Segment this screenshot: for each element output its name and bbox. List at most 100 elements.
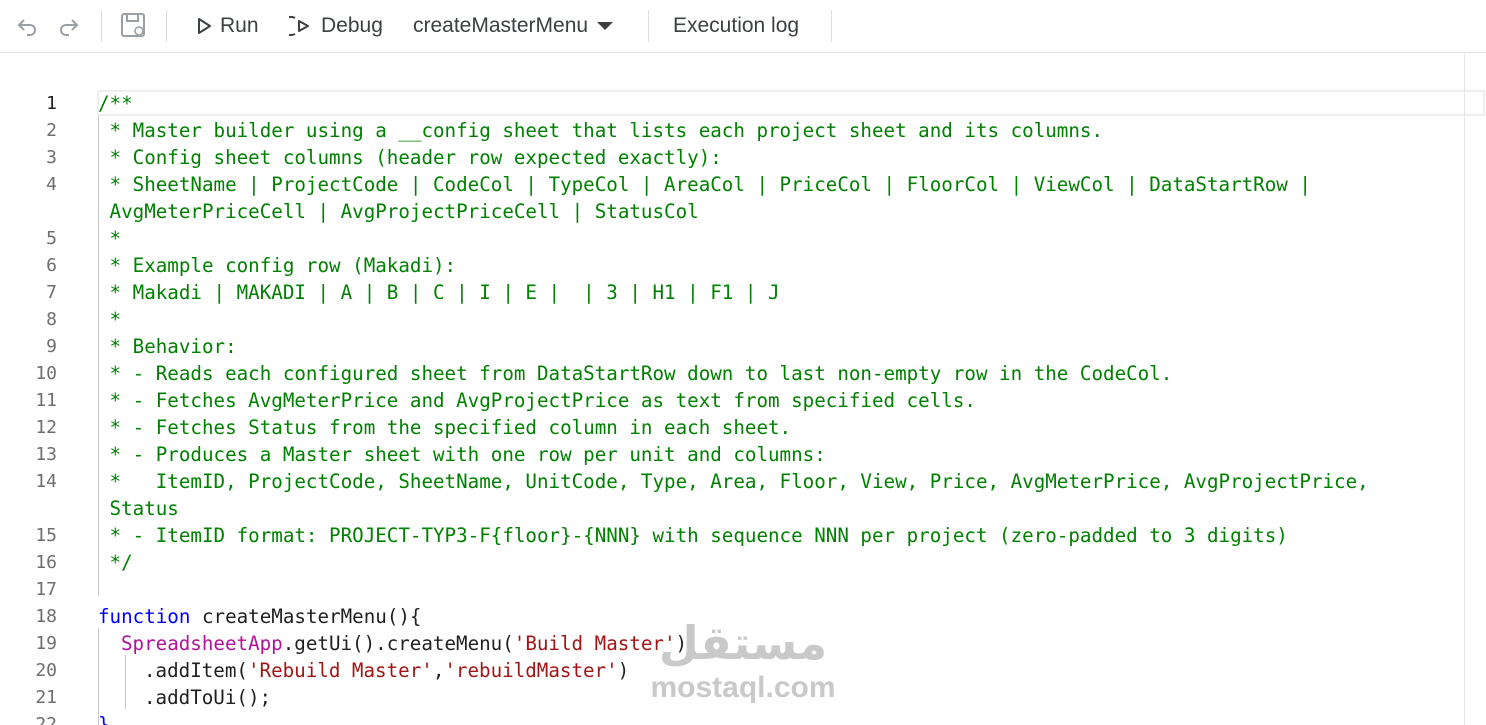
line-number: 15	[35, 525, 57, 546]
execution-log-button[interactable]: Execution log	[673, 10, 799, 42]
debug-label: Debug	[321, 14, 383, 37]
undo-icon[interactable]	[14, 12, 40, 38]
run-button[interactable]: Run	[196, 10, 259, 42]
code-line-wrap: Status	[0, 495, 1460, 522]
debug-button[interactable]: Debug	[289, 10, 383, 42]
line-number: 12	[35, 417, 57, 438]
code-line: 12 * - Fetches Status from the specified…	[0, 414, 1460, 441]
method-call: .createMenu(	[375, 632, 514, 655]
debug-icon	[289, 16, 309, 36]
line-number: 17	[35, 579, 57, 600]
comment-text: * - Fetches Status from the specified co…	[98, 416, 792, 439]
comment-text: * - ItemID format: PROJECT-TYP3-F{floor}…	[98, 524, 1288, 547]
comment-text: * Master builder using a __config sheet …	[98, 119, 1104, 142]
comment-text: * - Produces a Master sheet with one row…	[98, 443, 826, 466]
code-line: 18 function createMasterMenu(){	[0, 603, 1460, 630]
code-line: 3 * Config sheet columns (header row exp…	[0, 144, 1460, 171]
code-text: function createMasterMenu(){	[98, 603, 421, 630]
code-line: 15 * - ItemID format: PROJECT-TYP3-F{flo…	[0, 522, 1460, 549]
line-number: 6	[46, 255, 57, 276]
punctuation: ,	[432, 659, 445, 682]
class-name: SpreadsheetApp	[121, 632, 283, 655]
code-line: 5 *	[0, 225, 1460, 252]
comment-text: * Makadi | MAKADI | A | B | C | I | E | …	[98, 281, 780, 304]
line-number: 19	[35, 633, 57, 654]
code-line: 19 SpreadsheetApp.getUi().createMenu('Bu…	[0, 630, 1460, 657]
dropdown-arrow-icon	[597, 22, 614, 30]
comment-text: * - Reads each configured sheet from Dat…	[98, 362, 1173, 385]
method-call: .getUi	[282, 632, 353, 655]
line-number: 3	[46, 147, 57, 168]
code-line: 11 * - Fetches AvgMeterPrice and AvgProj…	[0, 387, 1460, 414]
toolbar-divider	[101, 10, 102, 42]
code-line: 1 /**	[0, 90, 1460, 117]
line-number: 7	[46, 282, 57, 303]
string-literal: 'rebuildMaster'	[444, 659, 618, 682]
punctuation: }	[98, 713, 110, 725]
comment-text: /**	[98, 92, 133, 115]
function-select-value: createMasterMenu	[413, 14, 589, 37]
code-line: 8 *	[0, 306, 1460, 333]
code-line: 2 * Master builder using a __config shee…	[0, 117, 1460, 144]
line-number: 11	[35, 390, 57, 411]
toolbar-divider	[831, 10, 832, 42]
code-text: .addItem('Rebuild Master','rebuildMaster…	[144, 657, 629, 684]
line-number: 5	[46, 228, 57, 249]
line-number: 1	[46, 93, 57, 114]
vertical-scrollbar-track[interactable]	[1464, 54, 1465, 725]
line-number: 8	[46, 309, 57, 330]
code-text: .addToUi();	[144, 684, 271, 711]
run-label: Run	[220, 14, 259, 37]
punctuation: )	[617, 659, 630, 682]
editor-toolbar: Run Debug createMasterMenu Execution log	[0, 0, 1486, 53]
code-line-wrap: AvgMeterPriceCell | AvgProjectPriceCell …	[0, 198, 1460, 225]
line-number: 16	[35, 552, 57, 573]
line-number: 4	[46, 174, 57, 195]
comment-text: *	[98, 227, 122, 250]
play-icon	[198, 18, 211, 34]
code-editor[interactable]: 1 /** 2 * Master builder using a __confi…	[0, 54, 1486, 725]
comment-text: Status	[98, 497, 179, 520]
line-number: 9	[46, 336, 57, 357]
code-line: 6 * Example config row (Makadi):	[0, 252, 1460, 279]
line-number: 20	[35, 660, 57, 681]
code-line: 16 */	[0, 549, 1460, 576]
code-line: 14 * ItemID, ProjectCode, SheetName, Uni…	[0, 468, 1460, 495]
comment-text: AvgMeterPriceCell | AvgProjectPriceCell …	[98, 200, 699, 223]
keyword-function: function	[98, 605, 191, 628]
punctuation: (){	[386, 605, 422, 628]
function-name: createMasterMenu	[190, 605, 387, 628]
method-call: .addToUi	[144, 686, 237, 709]
method-call: .addItem(	[144, 659, 248, 682]
comment-text: * - Fetches AvgMeterPrice and AvgProject…	[98, 389, 976, 412]
punctuation: )	[675, 632, 688, 655]
comment-text: *	[98, 308, 122, 331]
save-icon[interactable]	[118, 10, 148, 40]
comment-text: * SheetName | ProjectCode | CodeCol | Ty…	[98, 173, 1311, 196]
punctuation: ();	[236, 686, 272, 709]
comment-text: */	[98, 551, 133, 574]
code-line: 17	[0, 576, 1460, 603]
function-select[interactable]: createMasterMenu	[413, 10, 614, 42]
redo-icon[interactable]	[56, 12, 82, 38]
line-number: 10	[35, 363, 57, 384]
toolbar-divider	[648, 10, 649, 42]
code-text: SpreadsheetApp.getUi().createMenu('Build…	[121, 630, 687, 657]
code-line: 9 * Behavior:	[0, 333, 1460, 360]
comment-text: * Behavior:	[98, 335, 237, 358]
string-literal: 'Rebuild Master'	[247, 659, 433, 682]
code-line: 13 * - Produces a Master sheet with one …	[0, 441, 1460, 468]
code-line: 4 * SheetName | ProjectCode | CodeCol | …	[0, 171, 1460, 198]
line-number: 18	[35, 606, 57, 627]
comment-text: * Config sheet columns (header row expec…	[98, 146, 722, 169]
code-line: 21 .addToUi();	[0, 684, 1460, 711]
punctuation: ()	[352, 632, 376, 655]
code-line: 10 * - Reads each configured sheet from …	[0, 360, 1460, 387]
string-literal: 'Build Master'	[513, 632, 676, 655]
comment-text: * ItemID, ProjectCode, SheetName, UnitCo…	[98, 470, 1369, 493]
line-number: 2	[46, 120, 57, 141]
code-line: 7 * Makadi | MAKADI | A | B | C | I | E …	[0, 279, 1460, 306]
line-number: 21	[35, 687, 57, 708]
line-number: 13	[35, 444, 57, 465]
toolbar-divider	[166, 10, 167, 42]
